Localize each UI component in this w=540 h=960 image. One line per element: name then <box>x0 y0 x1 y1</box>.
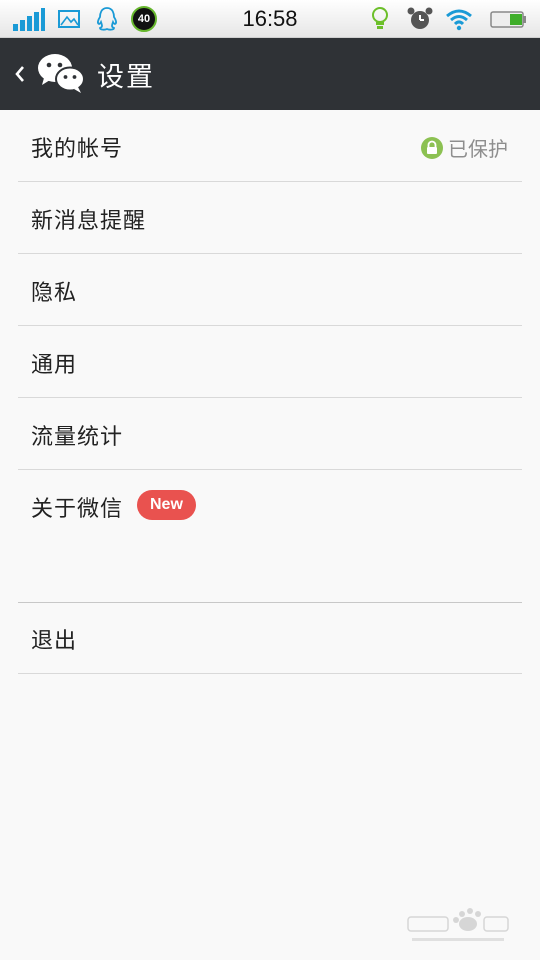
lock-icon <box>421 136 443 159</box>
status-bar: 40 16:58 <box>0 0 540 38</box>
settings-item-label: 新消息提醒 <box>31 209 147 234</box>
wechat-logo-icon <box>38 54 85 93</box>
settings-item-privacy[interactable]: 隐私 <box>0 254 540 326</box>
back-button[interactable] <box>8 58 32 90</box>
battery-icon <box>490 11 526 28</box>
settings-item-about[interactable]: 关于微信 New <box>0 470 540 542</box>
logout-label: 退出 <box>31 629 78 654</box>
new-badge: New <box>137 490 196 520</box>
title-bar: 设置 <box>0 38 540 110</box>
account-protection-status: 已保护 <box>421 133 508 162</box>
settings-item-label: 隐私 <box>31 281 78 306</box>
settings-item-my-account[interactable]: 我的帐号 已保护 <box>0 110 540 182</box>
divider <box>18 673 522 674</box>
lightbulb-icon <box>372 7 388 29</box>
settings-list: 我的帐号 已保护 新消息提醒 隐私 通用 流量统计 关于微信 New <box>0 110 540 542</box>
alarm-clock-icon <box>407 7 433 29</box>
settings-item-label: 通用 <box>31 353 78 378</box>
baidu-watermark-logo <box>407 908 509 941</box>
settings-item-notifications[interactable]: 新消息提醒 <box>0 182 540 254</box>
logout-section: 退出 <box>0 602 540 674</box>
protection-status-text: 已保护 <box>448 137 508 161</box>
logout-button[interactable]: 退出 <box>0 602 540 674</box>
settings-item-data-usage[interactable]: 流量统计 <box>0 398 540 470</box>
settings-item-label: 流量统计 <box>31 425 124 450</box>
wifi-icon <box>446 9 472 31</box>
settings-item-label: 我的帐号 <box>31 137 124 162</box>
settings-item-label: 关于微信 <box>31 497 124 522</box>
page-title: 设置 <box>97 62 155 93</box>
settings-item-general[interactable]: 通用 <box>0 326 540 398</box>
